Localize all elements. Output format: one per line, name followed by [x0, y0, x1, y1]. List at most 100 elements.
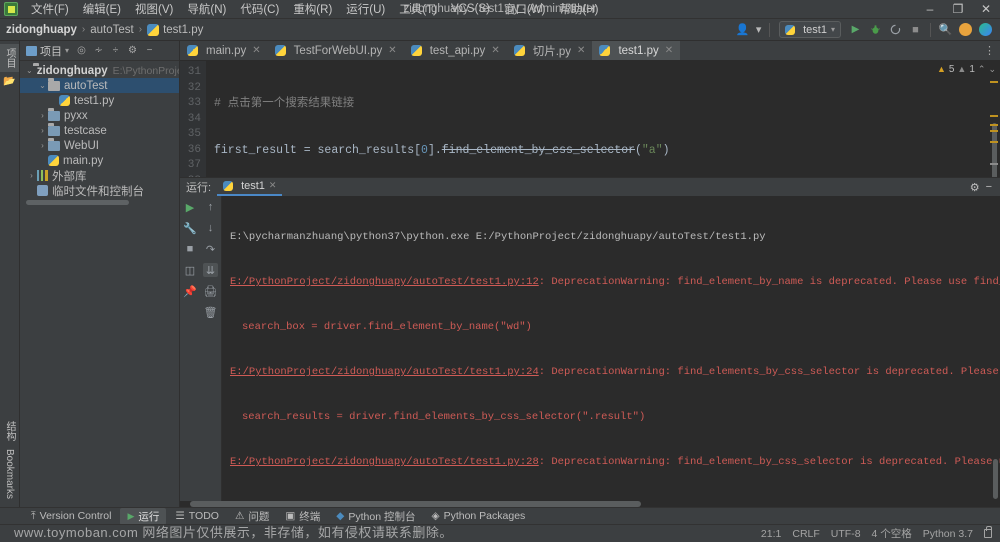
tool-button-terminal[interactable]: ▣ 终端 [278, 508, 327, 525]
editor-markup-bar[interactable] [988, 61, 1000, 177]
tree-node-webui[interactable]: › WebUI [20, 137, 179, 153]
close-icon[interactable]: ✕ [388, 45, 396, 56]
close-icon[interactable]: ✕ [491, 45, 499, 56]
tree-node-test1-py[interactable]: test1.py [20, 93, 179, 108]
code-editor[interactable]: 31 32 33 34 35 36 37 38 # 点击第一个搜索结果链接 fi… [180, 61, 1000, 177]
stop-icon[interactable]: ■ [183, 242, 198, 256]
tree-arrow[interactable]: ⌄ [37, 81, 48, 90]
menu-refactor[interactable]: 重构(R) [286, 0, 339, 19]
file-encoding[interactable]: UTF-8 [831, 528, 861, 540]
run-with-coverage-button[interactable] [887, 21, 904, 38]
tree-node-testcase[interactable]: › testcase [20, 122, 179, 138]
scroll-to-end-icon[interactable]: ⇊ [203, 263, 218, 277]
account-chevron-icon[interactable]: ▾ [754, 21, 763, 38]
minimize-button[interactable]: – [916, 0, 944, 19]
menu-navigate[interactable]: 导航(N) [180, 0, 233, 19]
caret-position[interactable]: 21:1 [761, 528, 781, 540]
menu-view[interactable]: 视图(V) [128, 0, 180, 19]
editor-tab-testforwebui-py[interactable]: TestForWebUI.py ✕ [268, 41, 404, 60]
console-file-link[interactable]: E:/PythonProject/zidonghuapy/autoTest/te… [230, 276, 539, 288]
sidebar-tab-bookmarks[interactable]: Bookmarks [2, 445, 17, 503]
rerun-icon[interactable]: ▶ [183, 200, 198, 214]
breadcrumb-folder[interactable]: autoTest [90, 24, 133, 36]
menu-edit[interactable]: 编辑(E) [76, 0, 128, 19]
updates-icon[interactable] [957, 21, 974, 38]
up-arrow-icon[interactable]: ↑ [203, 200, 218, 214]
console-file-link[interactable]: E:/PythonProject/zidonghuapy/autoTest/te… [230, 366, 539, 378]
close-icon[interactable]: ✕ [577, 45, 585, 56]
tree-arrow[interactable]: ⌄ [26, 66, 33, 75]
tree-arrow[interactable]: › [37, 111, 48, 120]
collapse-all-icon[interactable]: ÷ [108, 43, 123, 58]
tree-arrow[interactable]: › [37, 126, 48, 135]
sidebar-tab-structure[interactable]: 结构 [0, 417, 19, 445]
close-icon[interactable]: ✕ [269, 180, 277, 191]
print-icon[interactable]: 🖨 [203, 284, 218, 298]
tool-button-run[interactable]: ▶ 运行 [120, 507, 167, 525]
project-panel-title[interactable]: 项目 ▾ [23, 42, 72, 60]
run-configuration-selector[interactable]: test1 ▾ [779, 21, 841, 38]
tree-node-scratches[interactable]: 临时文件和控制台 [20, 183, 179, 198]
project-tree-horizontal-scrollbar[interactable] [26, 200, 173, 205]
pin-icon[interactable]: 📌 [183, 284, 198, 298]
down-arrow-icon[interactable]: ↓ [203, 221, 218, 235]
tree-node-pyxx[interactable]: › pyxx [20, 107, 179, 123]
stop-button[interactable]: ■ [907, 21, 924, 38]
console-file-link[interactable]: E:/PythonProject/zidonghuapy/autoTest/te… [230, 456, 539, 468]
editor-tab-qiepian-py[interactable]: 切片.py ✕ [507, 41, 593, 60]
menu-code[interactable]: 代码(C) [233, 0, 286, 19]
soft-wrap-icon[interactable]: ↷ [203, 242, 218, 256]
tool-button-todo[interactable]: ☰ TODO [168, 509, 226, 523]
gear-icon[interactable]: ⚙ [970, 181, 980, 194]
editor-tab-options[interactable]: ⋮ [984, 41, 1000, 60]
tree-node-external-libraries[interactable]: › 外部库 [20, 168, 179, 183]
indent-setting[interactable]: 4 个空格 [872, 526, 912, 541]
lock-icon[interactable] [984, 526, 992, 538]
close-button[interactable]: ✕ [972, 0, 1000, 19]
minimize-icon[interactable]: − [986, 181, 992, 193]
maximize-button[interactable]: ❐ [944, 0, 972, 19]
tree-node-main-py[interactable]: main.py [20, 153, 179, 168]
menu-window[interactable]: 窗口(W) [497, 0, 553, 19]
console-vertical-scrollbar[interactable] [993, 459, 998, 499]
tool-button-problems[interactable]: ⚠ 问题 [228, 508, 276, 525]
tree-node-zidonghuapy[interactable]: ⌄ zidonghuapy E:\PythonProject [20, 62, 179, 78]
warning-marker[interactable] [990, 81, 998, 83]
warning-marker[interactable] [990, 124, 998, 126]
menu-help[interactable]: 帮助(H) [552, 0, 605, 19]
search-icon[interactable]: 🔍 [937, 21, 954, 38]
close-icon[interactable]: ✕ [252, 45, 260, 56]
tree-node-autotest[interactable]: ⌄ autoTest [20, 77, 179, 93]
menu-run[interactable]: 运行(U) [339, 0, 392, 19]
menu-tools[interactable]: 工具(T) [392, 0, 444, 19]
run-console-output[interactable]: E:\pycharmanzhuang\python37\python.exe E… [222, 196, 1000, 501]
menu-file[interactable]: 文件(F) [24, 0, 76, 19]
breadcrumb-project[interactable]: zidonghuapy [6, 24, 77, 36]
user-account-icon[interactable]: 👤 [734, 21, 751, 38]
menu-vcs[interactable]: VCS(S) [444, 1, 497, 17]
next-problem-icon[interactable]: ⌄ [988, 64, 996, 75]
previous-problem-icon[interactable]: ⌃ [978, 64, 986, 75]
layout-icon[interactable]: ◫ [183, 263, 198, 277]
tool-button-python-packages[interactable]: ◈ Python Packages [424, 509, 532, 523]
wrench-icon[interactable]: 🔧 [183, 221, 198, 235]
python-interpreter[interactable]: Python 3.7 [923, 528, 973, 540]
hide-panel-icon[interactable]: − [142, 43, 157, 58]
weak-warning-marker[interactable] [990, 163, 998, 165]
run-button[interactable]: ▶ [847, 21, 864, 38]
settings-gear-icon[interactable]: ⚙ [125, 43, 140, 58]
tool-button-version-control[interactable]: ⤒ Version Control [24, 509, 118, 524]
warning-marker[interactable] [990, 141, 998, 143]
editor-tab-main-py[interactable]: main.py ✕ [180, 41, 268, 60]
code-text[interactable]: # 点击第一个搜索结果链接 first_result = search_resu… [206, 61, 988, 177]
expand-all-icon[interactable]: ∻ [91, 43, 106, 58]
editor-tab-test-api-py[interactable]: test_api.py ✕ [404, 41, 507, 60]
editor-tab-test1-py[interactable]: test1.py ✕ [592, 41, 681, 60]
close-icon[interactable]: ✕ [665, 45, 673, 56]
tree-arrow[interactable]: › [37, 141, 48, 150]
inspection-status[interactable]: ▲ 5 ▲ 1 ⌃ ⌄ [936, 61, 1000, 77]
warning-marker[interactable] [990, 115, 998, 117]
breadcrumb-file[interactable]: test1.py [147, 23, 203, 36]
warning-marker[interactable] [990, 130, 998, 132]
sidebar-tab-project[interactable]: 项目 [0, 44, 19, 72]
